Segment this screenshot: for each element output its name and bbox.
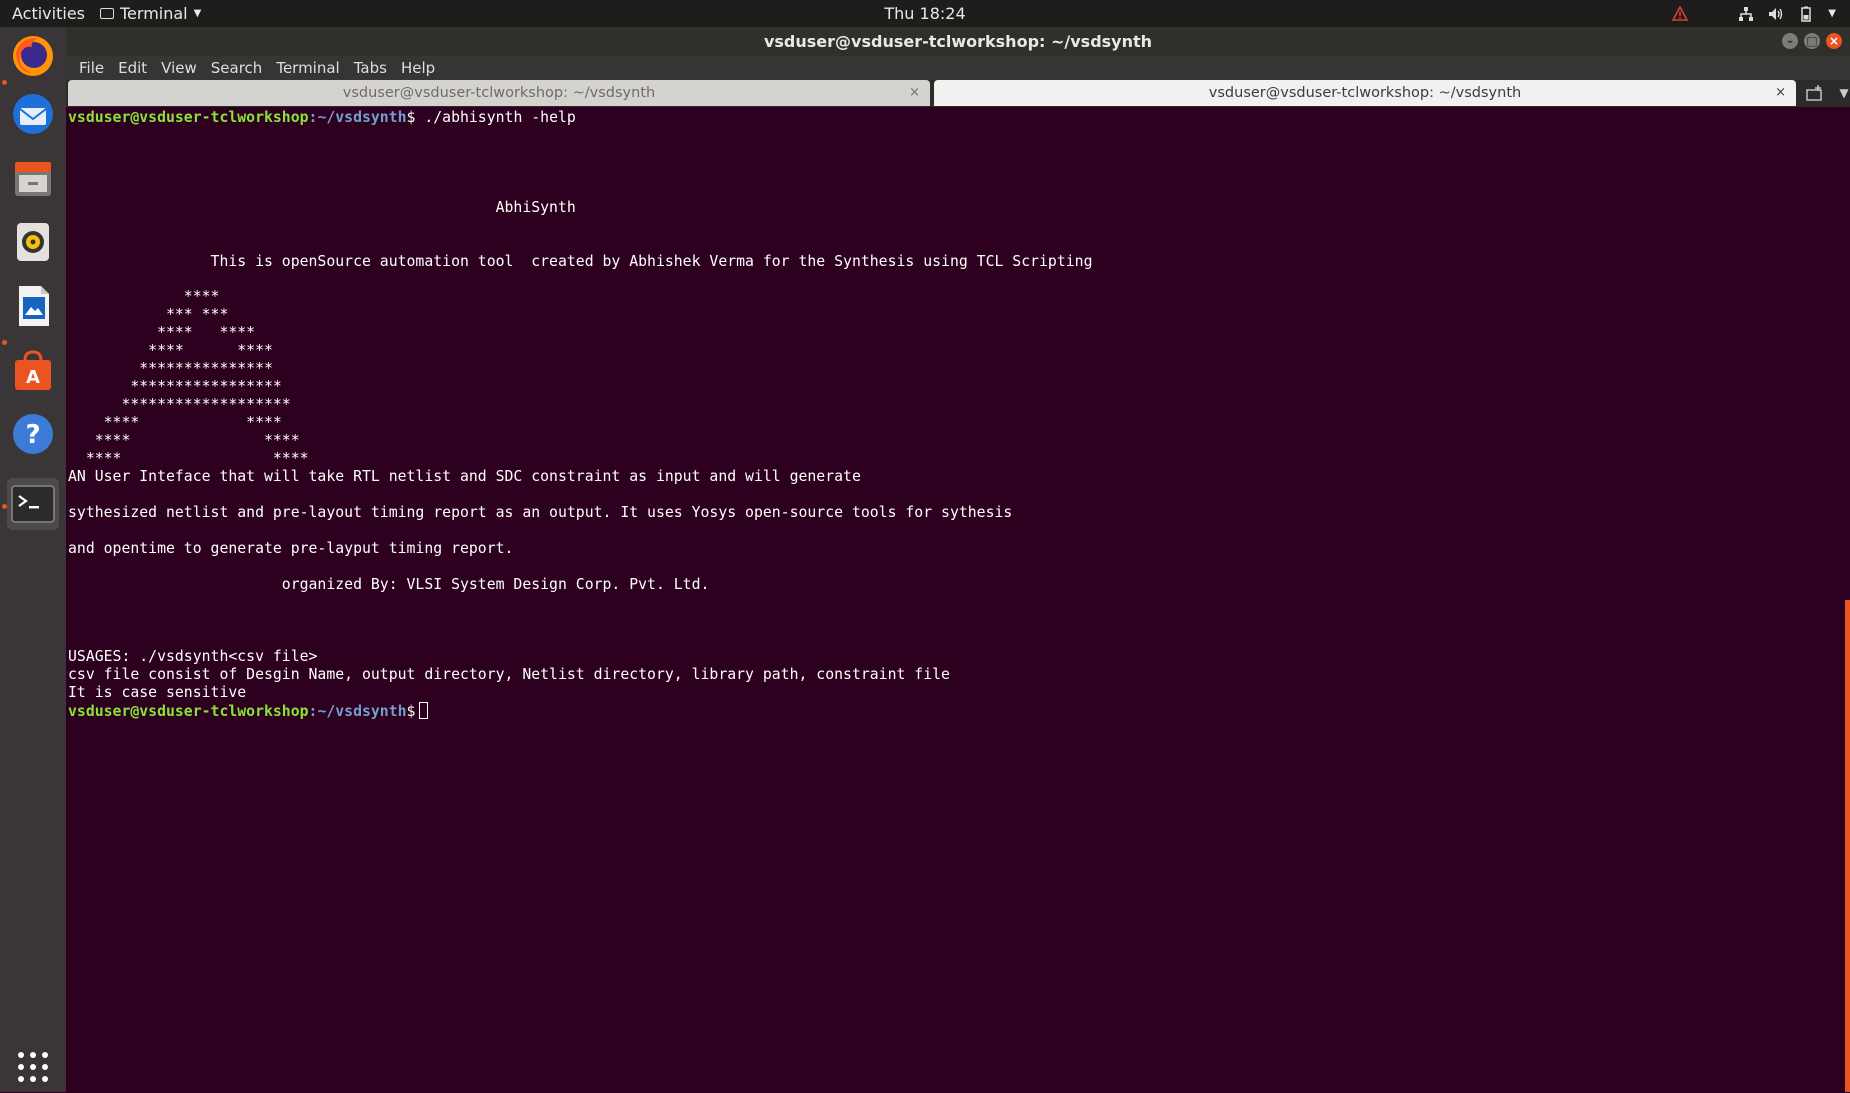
- rhythmbox-icon[interactable]: [7, 216, 59, 268]
- activities-button[interactable]: Activities: [12, 0, 85, 27]
- top-bar: Activities Terminal ▼ Thu 18:24 ▼: [0, 0, 1850, 27]
- libreoffice-writer-icon[interactable]: [7, 280, 59, 332]
- menu-file[interactable]: File: [72, 59, 111, 77]
- menu-tabs[interactable]: Tabs: [347, 59, 394, 77]
- window-titlebar[interactable]: vsduser@vsduser-tclworkshop: ~/vsdsynth …: [66, 27, 1850, 56]
- output-line: sythesized netlist and pre-layout timing…: [68, 504, 1013, 521]
- tab-label: vsduser@vsduser-tclworkshop: ~/vsdsynth: [1208, 85, 1522, 101]
- volume-icon[interactable]: [1768, 6, 1784, 22]
- prompt-sign: $: [406, 703, 416, 720]
- scrollbar[interactable]: [1845, 600, 1850, 1092]
- ascii-art-line: **** ****: [68, 450, 309, 467]
- menu-terminal[interactable]: Terminal: [269, 59, 346, 77]
- output-line: and opentime to generate pre-layput timi…: [68, 540, 514, 557]
- battery-icon[interactable]: [1798, 6, 1814, 22]
- maximize-button[interactable]: □: [1804, 33, 1820, 49]
- menu-search[interactable]: Search: [204, 59, 270, 77]
- ascii-art-line: *****************: [68, 378, 282, 395]
- network-icon[interactable]: [1738, 6, 1754, 22]
- minimize-button[interactable]: –: [1782, 33, 1798, 49]
- firefox-icon[interactable]: [7, 30, 59, 82]
- prompt-user: vsduser@vsduser-tclworkshop: [68, 703, 309, 720]
- tab-label: vsduser@vsduser-tclworkshop: ~/vsdsynth: [342, 85, 656, 101]
- svg-text:?: ?: [25, 420, 40, 450]
- ascii-art-line: *******************: [68, 396, 291, 413]
- ascii-art-line: ****: [68, 288, 220, 305]
- tab-inactive[interactable]: vsduser@vsduser-tclworkshop: ~/vsdsynth …: [68, 80, 930, 106]
- tab-close-icon[interactable]: ×: [909, 80, 920, 106]
- running-indicator: [2, 80, 7, 85]
- tab-active[interactable]: vsduser@vsduser-tclworkshop: ~/vsdsynth …: [934, 80, 1796, 106]
- menu-view[interactable]: View: [154, 59, 204, 77]
- show-applications-icon[interactable]: [7, 1041, 59, 1093]
- help-icon[interactable]: ?: [7, 408, 59, 460]
- output-line: This is openSource automation tool creat…: [68, 253, 1093, 270]
- command-text: ./abhisynth -help: [415, 109, 576, 126]
- output-line: It is case sensitive: [68, 684, 247, 701]
- ascii-art-line: ***************: [68, 360, 273, 377]
- tab-close-icon[interactable]: ×: [1775, 80, 1786, 106]
- terminal-area[interactable]: vsduser@vsduser-tclworkshop:~/vsdsynth$ …: [66, 107, 1850, 1092]
- new-tab-icon[interactable]: [1806, 84, 1824, 102]
- files-icon[interactable]: [7, 152, 59, 204]
- command-line: vsduser@vsduser-tclworkshop:~/vsdsynth$ …: [68, 109, 576, 127]
- prompt-line: vsduser@vsduser-tclworkshop:~/vsdsynth$: [68, 702, 429, 721]
- menu-help[interactable]: Help: [394, 59, 442, 77]
- thunderbird-icon[interactable]: [7, 88, 59, 140]
- terminal-small-icon: [100, 8, 114, 19]
- app-menu-label: Terminal: [120, 4, 188, 23]
- terminal-icon[interactable]: [7, 478, 59, 530]
- power-menu-icon[interactable]: ▼: [1828, 0, 1836, 27]
- prompt-path: :~/vsdsynth: [308, 109, 407, 126]
- output-line: organized By: VLSI System Design Corp. P…: [68, 576, 710, 593]
- app-menu[interactable]: Terminal ▼: [100, 0, 201, 27]
- output-line: csv file consist of Desgin Name, output …: [68, 666, 950, 683]
- clock[interactable]: Thu 18:24: [884, 4, 965, 23]
- prompt-path: :~/vsdsynth: [308, 703, 407, 720]
- system-tray[interactable]: ▼: [1672, 0, 1836, 27]
- output-line: AN User Inteface that will take RTL netl…: [68, 468, 861, 485]
- software-center-icon[interactable]: A: [7, 344, 59, 396]
- tab-bar: vsduser@vsduser-tclworkshop: ~/vsdsynth …: [66, 80, 1850, 107]
- running-indicator: [2, 340, 7, 345]
- output-line: USAGES: ./vsdsynth<csv file>: [68, 648, 318, 665]
- close-button[interactable]: ×: [1826, 33, 1842, 49]
- tab-menu-chevron-icon[interactable]: ▼: [1836, 84, 1850, 102]
- svg-text:A: A: [26, 367, 40, 388]
- ascii-art-line: *** ***: [68, 306, 229, 323]
- warning-icon[interactable]: [1672, 5, 1689, 22]
- menu-bar: File Edit View Search Terminal Tabs Help: [66, 56, 1850, 80]
- dock: A ?: [0, 27, 66, 1092]
- text-cursor: [419, 702, 429, 719]
- prompt-user: vsduser@vsduser-tclworkshop: [68, 109, 309, 126]
- chevron-down-icon: ▼: [193, 8, 202, 19]
- window-title: vsduser@vsduser-tclworkshop: ~/vsdsynth: [763, 32, 1153, 51]
- ascii-art-line: **** ****: [68, 324, 256, 341]
- ascii-art-line: **** ****: [68, 342, 273, 359]
- output-line: AbhiSynth: [68, 199, 576, 216]
- ascii-art-line: **** ****: [68, 432, 300, 449]
- menu-edit[interactable]: Edit: [111, 59, 154, 77]
- ascii-art-line: **** ****: [68, 414, 282, 431]
